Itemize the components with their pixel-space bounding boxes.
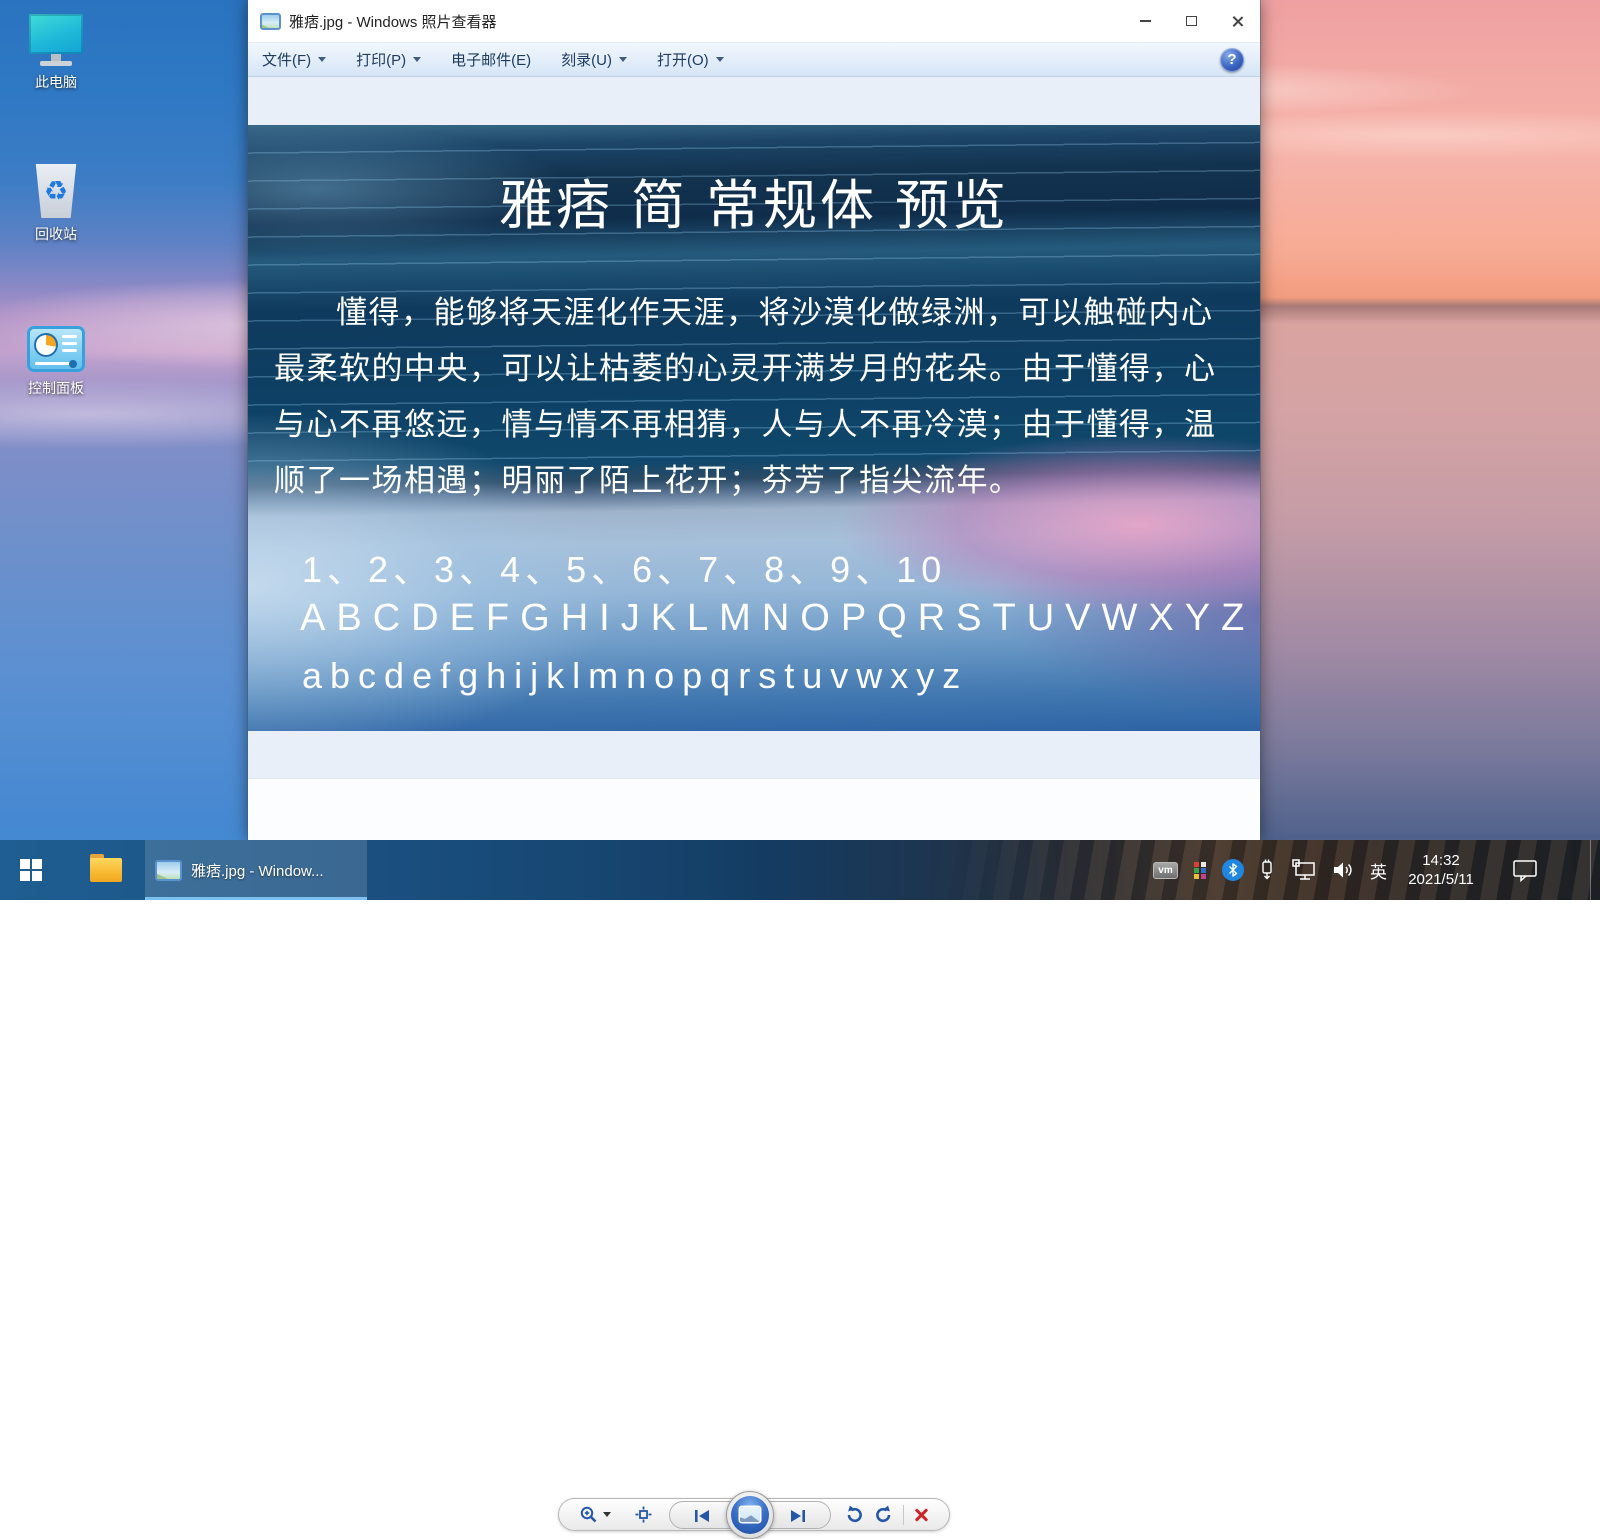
maximize-icon <box>1185 16 1197 26</box>
bluetooth-icon[interactable] <box>1222 859 1244 881</box>
rotate-counterclockwise-button[interactable] <box>844 1504 865 1525</box>
photo-text-line: 顺了一场相遇；明丽了陌上花开；芬芳了指尖流年。 <box>274 463 1022 498</box>
taskbar-task-photo-viewer[interactable]: 雅痞.jpg - Window... <box>145 840 367 900</box>
menu-burn[interactable]: 刻录(U) <box>561 49 627 70</box>
windows-logo-icon <box>20 859 42 881</box>
actual-size-button[interactable] <box>635 1506 652 1523</box>
clock-date: 2021/5/11 <box>1408 871 1474 888</box>
rotate-clockwise-icon <box>875 1505 890 1523</box>
menu-bar: 文件(F) 打印(P) 电子邮件(E) 刻录(U) 打开(O) ? <box>248 42 1260 77</box>
menu-open[interactable]: 打开(O) <box>657 49 724 70</box>
navigation-group <box>668 1490 832 1539</box>
rotate-counterclockwise-icon <box>847 1505 863 1523</box>
photo-viewer-app-icon <box>260 12 281 30</box>
previous-button[interactable] <box>692 1506 712 1531</box>
photo-paragraph: 懂得，能够将天涯化作天涯，将沙漠化做绿洲，可以触碰内心 最柔软的中央，可以让枯萎… <box>248 285 1260 509</box>
photo-heading-text: 雅痞 简 常规体 预览 <box>498 176 1009 236</box>
displayed-photo: 雅痞 简 常规体 预览 懂得，能够将天涯化作天涯，将沙漠化做绿洲，可以触碰内心 … <box>248 125 1260 731</box>
speaker-icon[interactable] <box>1331 859 1357 881</box>
help-button[interactable]: ? <box>1220 48 1244 72</box>
taskbar-task-label: 雅痞.jpg - Window... <box>191 862 324 880</box>
desktop-icon-recycle-bin[interactable]: ♻ 回收站 <box>0 164 112 244</box>
window-title: 雅痞.jpg - Windows 照片查看器 <box>289 13 497 31</box>
title-bar[interactable]: 雅痞.jpg - Windows 照片查看器 <box>248 0 1260 42</box>
photo-uppercase-line: ABCDEFGHIJKLMNOPQRSTUVWXYZ <box>300 597 1256 639</box>
this-pc-icon <box>0 14 112 66</box>
show-desktop-button[interactable] <box>1590 840 1600 900</box>
chevron-down-icon <box>318 57 327 62</box>
minimize-icon <box>1139 20 1151 22</box>
zoom-button[interactable] <box>579 1505 611 1524</box>
close-button[interactable] <box>1214 0 1260 42</box>
photo-text-line: 与心不再悠远，情与情不再相猜，人与人不再冷漠；由于懂得，温 <box>274 407 1217 442</box>
vmware-tray-icon[interactable]: vm <box>1153 861 1178 879</box>
maximize-button[interactable] <box>1168 0 1214 42</box>
delete-icon <box>913 1507 929 1523</box>
previous-icon <box>694 1509 709 1522</box>
toolbar-strip <box>248 778 1260 1539</box>
photo-text-line: 懂得，能够将天涯化作天涯，将沙漠化做绿洲，可以触碰内心 <box>336 295 1214 330</box>
menu-email[interactable]: 电子邮件(E) <box>451 49 531 70</box>
actual-size-icon <box>635 1506 652 1523</box>
usb-eject-icon[interactable] <box>1257 858 1277 882</box>
desktop-icon-label: 回收站 <box>35 226 77 242</box>
folder-icon <box>90 854 122 882</box>
minimize-button[interactable] <box>1122 0 1168 42</box>
photo-viewer-app-icon <box>155 859 182 881</box>
taskbar-clock[interactable]: 14:32 2021/5/11 <box>1400 851 1482 889</box>
input-method-indicator[interactable]: 英 <box>1370 858 1387 883</box>
network-icon[interactable] <box>1290 858 1318 882</box>
delete-button[interactable] <box>913 1507 929 1523</box>
clock-time: 14:32 <box>1422 852 1460 869</box>
menu-print[interactable]: 打印(P) <box>356 49 422 70</box>
recycle-bin-icon: ♻ <box>35 164 77 218</box>
start-button[interactable] <box>0 840 62 900</box>
rotate-clockwise-button[interactable] <box>873 1504 894 1525</box>
photo-lowercase-line: abcdefghijklmnopqrstuvwxyz <box>302 655 969 696</box>
taskbar-file-explorer-button[interactable] <box>78 840 134 900</box>
caption-buttons <box>1122 0 1260 42</box>
desktop-icon-label: 控制面板 <box>28 380 84 396</box>
chevron-down-icon <box>618 57 627 62</box>
viewer-content-area: 雅痞 简 常规体 预览 懂得，能够将天涯化作天涯，将沙漠化做绿洲，可以触碰内心 … <box>248 77 1260 1539</box>
next-button[interactable] <box>788 1506 808 1531</box>
system-tray: vm 英 14:32 2021/5/11 <box>1153 840 1600 900</box>
slideshow-icon <box>730 1495 769 1534</box>
chevron-down-icon <box>715 57 724 62</box>
action-center-icon[interactable] <box>1511 857 1539 883</box>
magnifier-plus-icon <box>580 1506 597 1523</box>
desktop-icon-control-panel[interactable]: 控制面板 <box>0 326 112 398</box>
menu-file[interactable]: 文件(F) <box>262 49 327 70</box>
control-panel-icon <box>27 326 85 372</box>
desktop-icon-label: 此电脑 <box>35 74 77 90</box>
slideshow-button[interactable] <box>725 1490 774 1539</box>
photo-text-line: 最柔软的中央，可以让枯萎的心灵开满岁月的花朵。由于懂得，心 <box>274 351 1217 386</box>
desktop-icon-this-pc[interactable]: 此电脑 <box>0 14 112 92</box>
next-icon <box>791 1509 806 1522</box>
colored-grid-tray-icon[interactable] <box>1191 861 1209 879</box>
chevron-down-icon <box>413 57 422 62</box>
taskbar: 雅痞.jpg - Window... vm 英 14:32 2021/5/11 <box>0 840 1600 900</box>
toolbar-divider <box>902 1504 904 1525</box>
photo-viewer-window: 雅痞.jpg - Windows 照片查看器 文件(F) 打印(P) 电子邮件(… <box>247 0 1261 1539</box>
close-icon <box>1231 15 1244 28</box>
viewer-toolbar <box>558 1490 950 1539</box>
chevron-down-icon <box>603 1512 611 1517</box>
photo-numbers-line: 1、2、3、4、5、6、7、8、9、10 <box>302 549 947 590</box>
